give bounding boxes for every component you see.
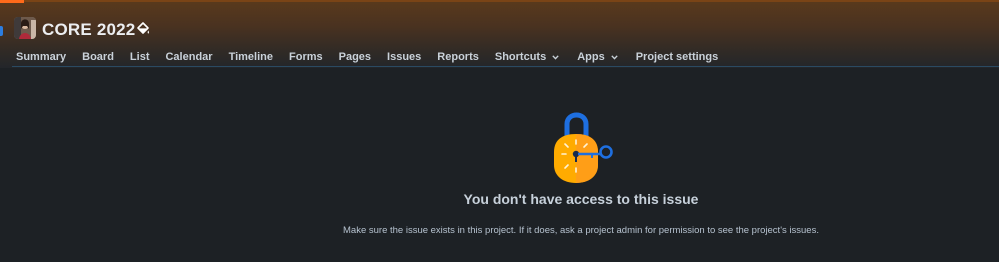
tab-calendar-label: Calendar — [165, 51, 213, 63]
project-header: CORE 2022 Summary Board List Calendar Ti… — [0, 0, 999, 68]
tab-shortcuts-label: Shortcuts — [494, 51, 547, 63]
tab-calendar[interactable]: Calendar — [165, 51, 212, 63]
top-accent-indicator — [0, 0, 24, 3]
tab-project-settings-label: Project settings — [635, 51, 719, 63]
sidebar-expand-handle[interactable] — [0, 26, 3, 36]
access-denied-description: Make sure the issue exists in this proje… — [343, 225, 819, 236]
tab-timeline-label: Timeline — [228, 51, 273, 63]
tab-list-label: List — [129, 51, 150, 63]
tab-issues[interactable]: Issues — [387, 51, 421, 63]
tab-reports-label: Reports — [437, 51, 479, 63]
tab-shortcuts[interactable]: Shortcuts — [495, 51, 559, 63]
tab-forms-label: Forms — [289, 51, 323, 63]
tab-forms[interactable]: Forms — [289, 51, 323, 63]
tab-project-settings[interactable]: Project settings — [636, 51, 719, 63]
project-title[interactable]: CORE 2022 — [42, 19, 135, 41]
chevron-down-icon — [552, 54, 559, 60]
access-denied-title: You don't have access to this issue — [463, 191, 699, 207]
tab-list[interactable]: List — [130, 51, 150, 63]
header-divider — [12, 66, 999, 67]
tab-board[interactable]: Board — [82, 51, 114, 63]
tab-apps-label: Apps — [577, 51, 605, 63]
project-nav: Summary Board List Calendar Timeline For… — [16, 49, 734, 65]
project-avatar[interactable] — [14, 17, 36, 39]
tab-timeline[interactable]: Timeline — [229, 51, 273, 63]
tab-summary[interactable]: Summary — [16, 51, 66, 63]
tab-board-label: Board — [82, 51, 114, 63]
paint-bucket-icon[interactable] — [135, 21, 151, 37]
tab-pages-label: Pages — [338, 51, 372, 63]
top-accent-bar — [0, 0, 999, 2]
padlock-with-key-icon — [554, 112, 613, 183]
tab-issues-label: Issues — [387, 51, 422, 63]
tab-pages[interactable]: Pages — [339, 51, 371, 63]
project-avatar-image — [14, 17, 36, 39]
chevron-down-icon — [610, 54, 618, 60]
tab-reports[interactable]: Reports — [437, 51, 479, 63]
tab-apps[interactable]: Apps — [577, 51, 618, 63]
tab-summary-label: Summary — [16, 51, 67, 63]
